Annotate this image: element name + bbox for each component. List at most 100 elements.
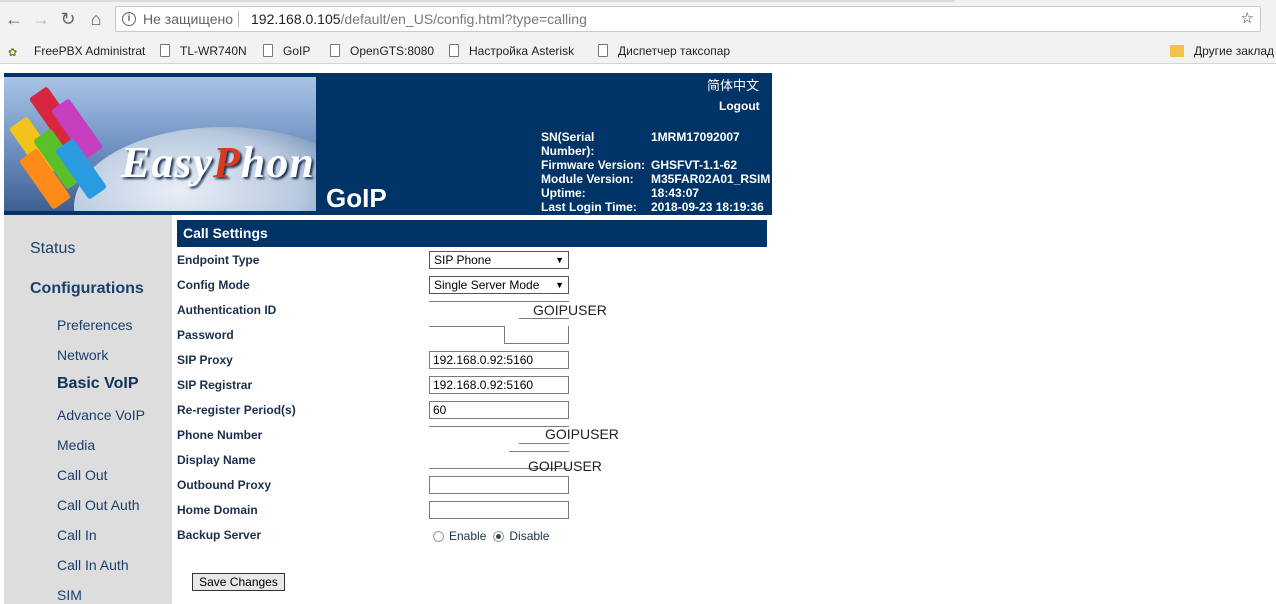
dropdown-arrow-icon: ▼	[555, 280, 564, 290]
info-row: Module Version: M35FAR02A01_RSIM	[541, 172, 770, 186]
info-icon[interactable]: i	[122, 12, 136, 26]
bookmark-label: OpenGTS:8080	[350, 44, 435, 58]
info-row: Firmware Version: GHSFVT-1.1-62	[541, 158, 770, 172]
bookmark-opengts[interactable]: OpenGTS:8080	[330, 43, 434, 59]
bookmark-label: FreePBX Administrat	[34, 44, 146, 58]
display-name-field[interactable]: GOIPUSER	[528, 458, 602, 474]
info-value: 1MRM17092007	[651, 130, 740, 144]
bookmark-label: GoIP	[283, 44, 311, 58]
logo-text-part: P	[213, 138, 241, 187]
sip-registrar-field[interactable]: 192.168.0.92:5160	[429, 376, 569, 394]
address-separator	[238, 11, 239, 27]
logo-text-part: Eas	[121, 138, 193, 187]
home-domain-field[interactable]	[429, 501, 569, 519]
phone-number-field[interactable]: GOIPUSER	[545, 426, 619, 442]
auth-id-field-edge	[519, 318, 569, 319]
easyphone-logo: EasyPhone	[4, 77, 316, 211]
sidebar-item-call-in-auth[interactable]: Call In Auth	[57, 557, 129, 573]
auth-id-field[interactable]: GOIPUSER	[533, 302, 607, 318]
sidebar-item-call-in[interactable]: Call In	[57, 527, 97, 543]
sidebar-item-call-out[interactable]: Call Out	[57, 467, 108, 483]
info-key: Module Version:	[541, 172, 634, 186]
outbound-proxy-field[interactable]	[429, 476, 569, 494]
backup-enable-radio[interactable]	[433, 530, 444, 542]
bookmark-tl-wr740n[interactable]: TL-WR740N	[160, 43, 247, 59]
info-value: 2018-09-23 18:19:36	[651, 200, 764, 214]
display-name-label: Display Name	[177, 453, 256, 467]
home-domain-label: Home Domain	[177, 503, 258, 517]
address-bar[interactable]: i Не защищено 192.168.0.105/default/en_U…	[115, 6, 1261, 32]
reload-icon[interactable]: ↻	[58, 8, 78, 30]
password-field[interactable]	[504, 326, 569, 344]
page-icon	[330, 44, 340, 57]
auth-id-label: Authentication ID	[177, 303, 277, 317]
bookmark-label: Настройка Asterisk	[469, 44, 575, 58]
forward-icon[interactable]: →	[31, 8, 51, 30]
sidebar-item-call-out-auth[interactable]: Call Out Auth	[57, 497, 140, 513]
sidebar-item-advance-voip[interactable]: Advance VoIP	[57, 407, 145, 423]
bookmark-goip[interactable]: GoIP	[263, 43, 310, 59]
bookmark-dispatcher[interactable]: Диспетчер таксопар	[598, 43, 748, 59]
info-value: 18:43:07	[651, 186, 700, 200]
url-text[interactable]: 192.168.0.105/default/en_US/config.html?…	[251, 7, 587, 31]
page-icon	[160, 44, 170, 57]
folder-icon	[1170, 45, 1184, 57]
config-mode-label: Config Mode	[177, 278, 250, 292]
tab-strip-edge	[0, 0, 955, 2]
bookmark-asterisk[interactable]: Настройка Asterisk	[449, 43, 574, 59]
sidebar-item-sim[interactable]: SIM	[57, 587, 82, 603]
sidebar-status[interactable]: Status	[30, 240, 75, 258]
info-value: GHSFVT-1.1-62	[651, 158, 738, 172]
password-label: Password	[177, 328, 234, 342]
logo-text-part: hone	[240, 138, 316, 187]
endpoint-type-select[interactable]: SIP Phone ▼	[429, 251, 569, 269]
sidebar-item-basic-voip[interactable]: Basic VoIP	[57, 375, 139, 393]
back-icon[interactable]: ←	[4, 8, 24, 30]
endpoint-type-value: SIP Phone	[434, 253, 492, 267]
bookmark-freepbx[interactable]: ✿ FreePBX Administrat	[8, 43, 145, 59]
info-key: Uptime:	[541, 186, 586, 200]
bookmark-other-folder[interactable]: Другие заклад	[1170, 43, 1276, 59]
page-header: EasyPhone GoIP 简体中文 Logout SN(Serial Num…	[4, 73, 772, 228]
backup-disable-radio[interactable]	[493, 530, 505, 542]
info-row: Last Login Time: 2018-09-23 18:19:36	[541, 200, 770, 214]
save-changes-button[interactable]: Save Changes	[192, 573, 285, 591]
info-key: SN(Serial Number):	[541, 130, 595, 158]
sidebar-item-preferences[interactable]: Preferences	[57, 317, 132, 333]
bookmark-label: Диспетчер таксопар	[618, 44, 731, 58]
config-mode-select[interactable]: Single Server Mode ▼	[429, 276, 569, 294]
page-icon	[263, 44, 273, 57]
sidebar: Status Configurations Preferences Networ…	[4, 215, 172, 604]
bookmark-star-icon[interactable]: ☆	[1241, 7, 1254, 31]
reregister-field[interactable]: 60	[429, 401, 569, 419]
bookmark-label: Другие заклад	[1194, 44, 1274, 58]
sip-registrar-label: SIP Registrar	[177, 378, 253, 392]
page-icon	[449, 44, 459, 57]
backup-disable-label[interactable]: Disable	[509, 529, 549, 543]
backup-server-label: Backup Server	[177, 528, 262, 542]
panel-title: Call Settings	[177, 220, 767, 247]
home-icon[interactable]: ⌂	[86, 8, 106, 30]
phone-number-label: Phone Number	[177, 428, 263, 442]
backup-enable-label[interactable]: Enable	[449, 529, 486, 543]
language-link[interactable]: 简体中文	[707, 75, 759, 94]
logo-text: EasyPhone	[121, 137, 316, 188]
sidebar-item-media[interactable]: Media	[57, 437, 95, 453]
backup-server-radio-group: Enable Disable	[433, 529, 556, 543]
page-icon	[598, 44, 608, 57]
sip-proxy-field[interactable]: 192.168.0.92:5160	[429, 351, 569, 369]
freepbx-icon: ✿	[8, 47, 18, 59]
url-path: /default/en_US/config.html?type=calling	[340, 11, 587, 27]
sip-proxy-label: SIP Proxy	[177, 353, 233, 367]
info-key: Firmware Version:	[541, 158, 646, 172]
bookmark-label: TL-WR740N	[180, 44, 247, 58]
security-label[interactable]: Не защищено	[143, 7, 233, 31]
config-mode-value: Single Server Mode	[434, 278, 540, 292]
brand-title: GoIP	[326, 183, 387, 213]
sidebar-item-network[interactable]: Network	[57, 347, 108, 363]
browser-toolbar: ← → ↻ ⌂ i Не защищено 192.168.0.105/defa…	[0, 0, 1276, 38]
sidebar-configurations[interactable]: Configurations	[30, 280, 144, 298]
logo-text-part: y	[192, 138, 214, 187]
logout-link[interactable]: Logout	[719, 99, 760, 113]
info-row: Uptime: 18:43:07	[541, 186, 770, 200]
